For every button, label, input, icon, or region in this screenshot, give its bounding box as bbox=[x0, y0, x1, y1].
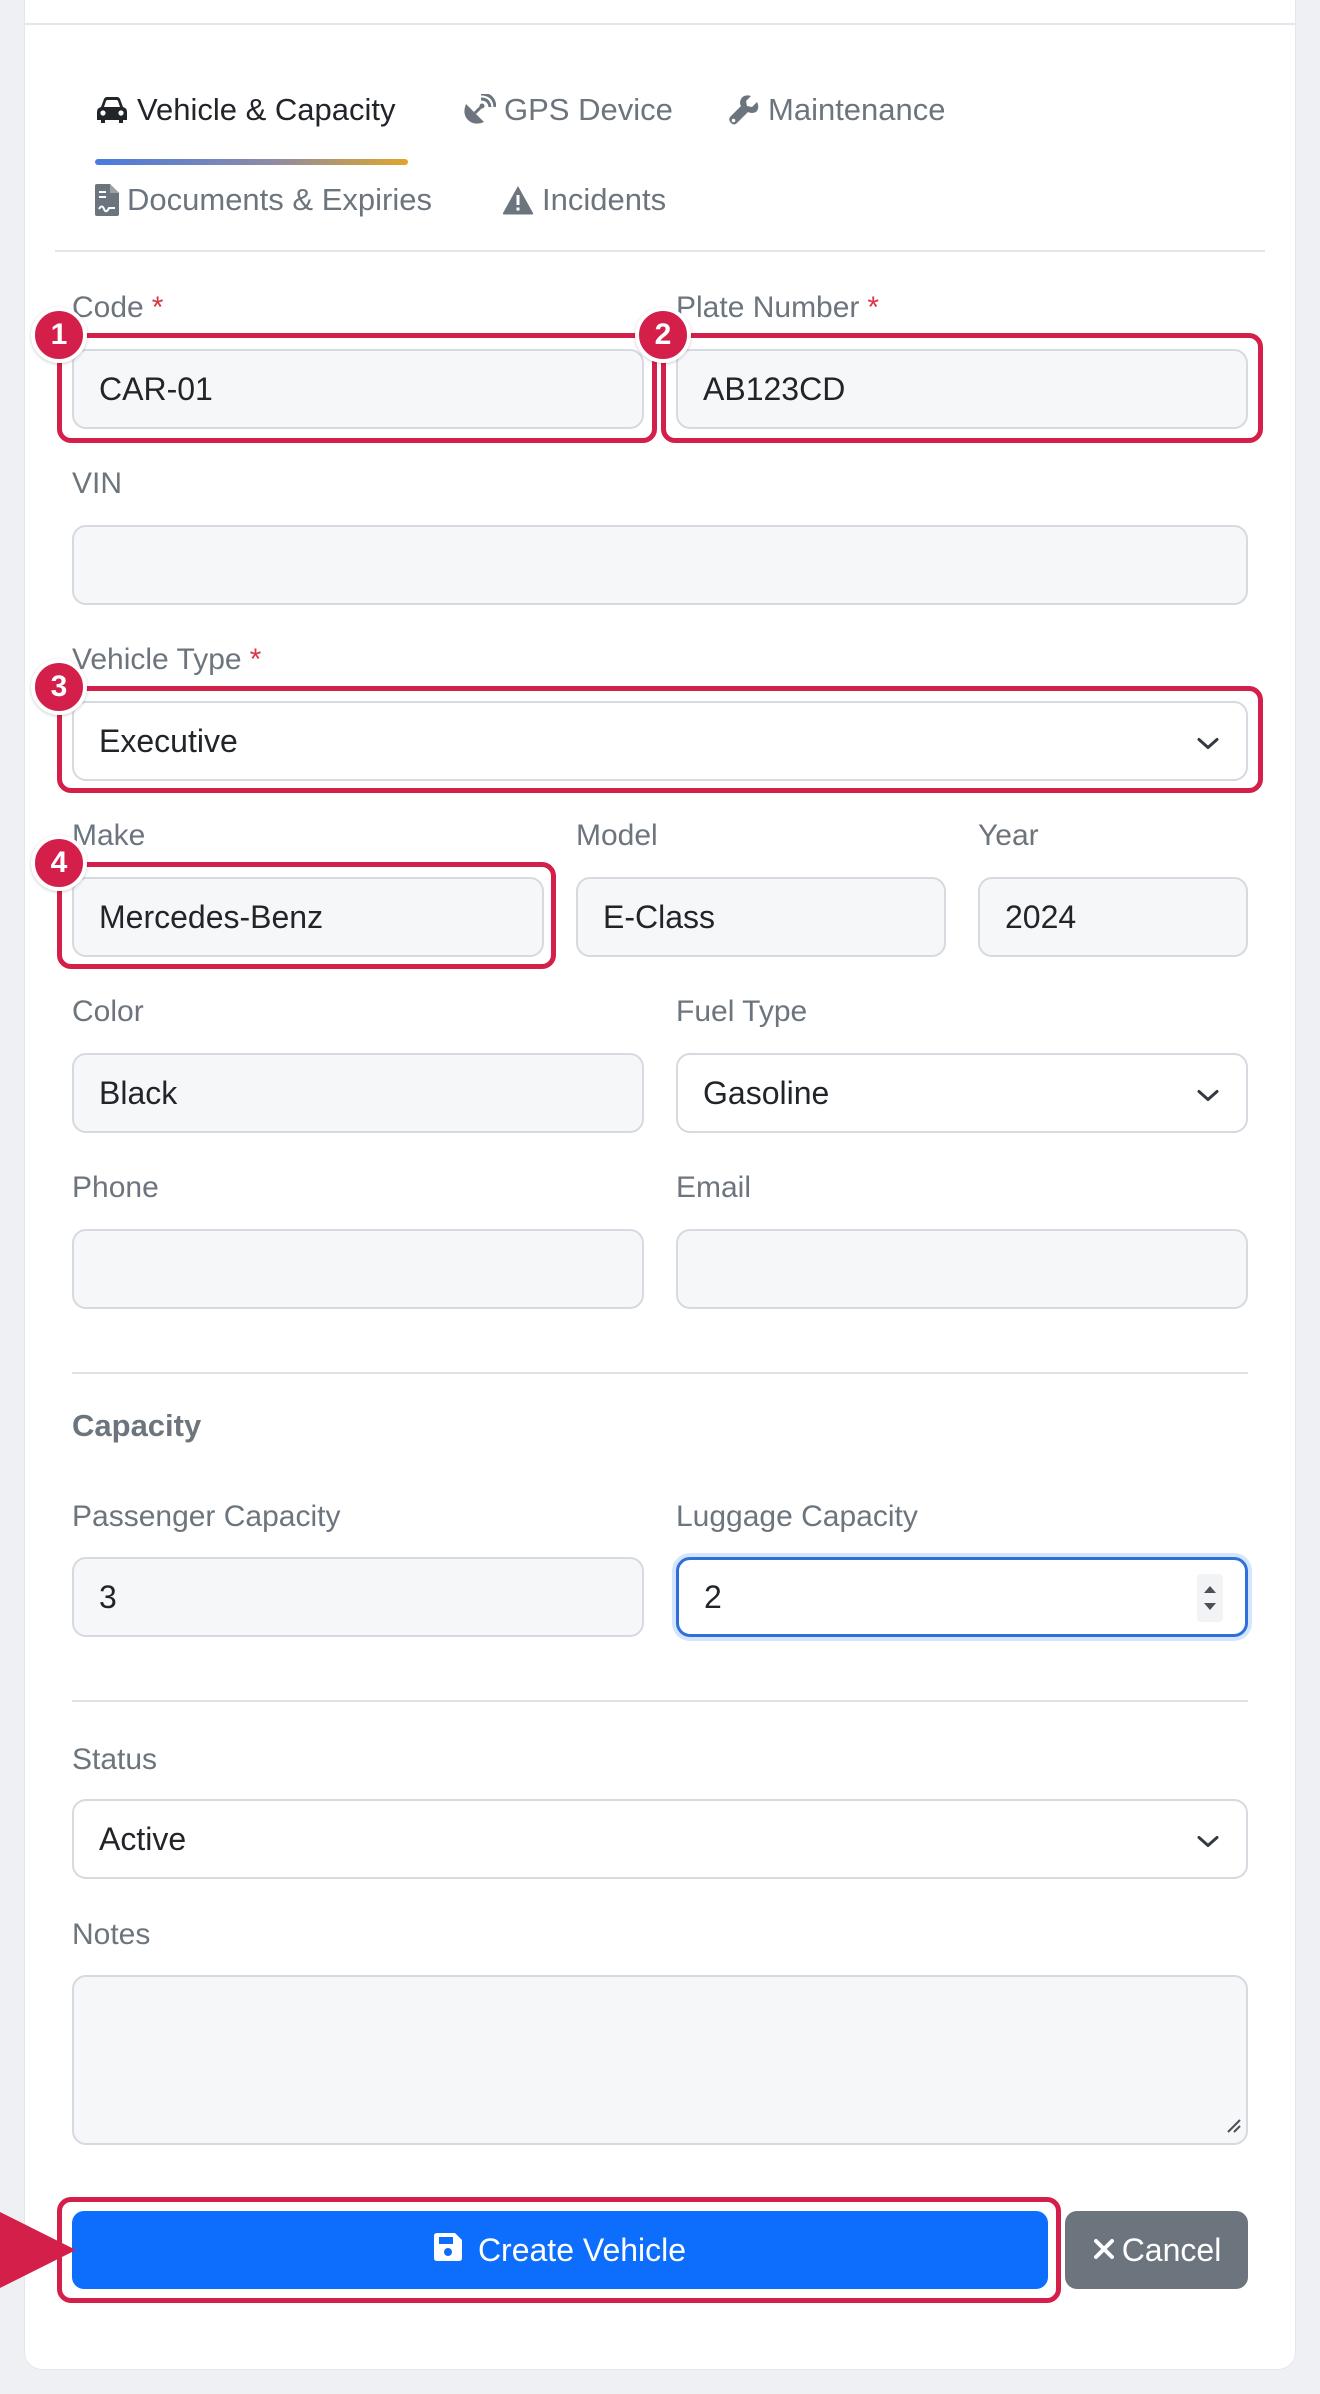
file-contract-icon bbox=[95, 184, 119, 216]
marker-badge: 2 bbox=[635, 307, 691, 363]
year-input[interactable]: 2024 bbox=[978, 877, 1248, 957]
email-label: Email bbox=[676, 1171, 752, 1204]
wrench-icon bbox=[728, 94, 760, 126]
tabs-divider bbox=[55, 250, 1265, 252]
notes-textarea[interactable] bbox=[72, 1975, 1248, 2145]
chevron-down-icon bbox=[1196, 1821, 1220, 1858]
status-label: Status bbox=[72, 1743, 158, 1776]
passenger-capacity-input[interactable]: 3 bbox=[72, 1557, 644, 1637]
marker-badge: 1 bbox=[31, 307, 87, 363]
luggage-capacity-input[interactable]: 2 bbox=[676, 1557, 1248, 1637]
tab-incidents[interactable]: Incidents bbox=[502, 182, 666, 218]
number-spinner-icon[interactable] bbox=[1197, 1574, 1223, 1622]
capacity-section-title: Capacity bbox=[72, 1408, 202, 1443]
tab-vehicle-capacity[interactable]: Vehicle & Capacity bbox=[95, 92, 395, 128]
notes-label: Notes bbox=[72, 1918, 151, 1951]
phone-input[interactable] bbox=[72, 1229, 644, 1309]
chevron-down-icon bbox=[1196, 1075, 1220, 1112]
tab-label: Documents & Expiries bbox=[127, 182, 432, 217]
tab-label: Incidents bbox=[542, 182, 667, 217]
section-divider bbox=[72, 1372, 1248, 1374]
fuel-type-select[interactable]: Gasoline bbox=[676, 1053, 1248, 1133]
year-label: Year bbox=[978, 819, 1039, 852]
cancel-button[interactable]: Cancel bbox=[1065, 2211, 1248, 2289]
active-tab-indicator bbox=[95, 159, 408, 165]
model-input[interactable]: E-Class bbox=[576, 877, 946, 957]
phone-label: Phone bbox=[72, 1171, 159, 1204]
passenger-capacity-label: Passenger Capacity bbox=[72, 1500, 341, 1533]
car-icon bbox=[95, 96, 129, 124]
satellite-dish-icon bbox=[462, 94, 496, 126]
highlight-vehicle-type bbox=[57, 686, 1263, 793]
pointer-arrow-icon bbox=[0, 2212, 76, 2288]
email-input[interactable] bbox=[676, 1229, 1248, 1309]
model-label: Model bbox=[576, 819, 658, 852]
tab-label: Maintenance bbox=[768, 92, 946, 127]
section-divider bbox=[72, 1700, 1248, 1702]
plate-number-label: Plate Number * bbox=[676, 291, 880, 324]
vin-input[interactable] bbox=[72, 525, 1248, 605]
warning-triangle-icon bbox=[502, 185, 534, 215]
highlight-make bbox=[57, 862, 556, 969]
luggage-capacity-label: Luggage Capacity bbox=[676, 1500, 918, 1533]
card-header-divider bbox=[25, 23, 1295, 25]
highlight-code bbox=[57, 333, 657, 443]
tab-gps-device[interactable]: GPS Device bbox=[462, 92, 673, 128]
highlight-plate-number bbox=[661, 333, 1263, 443]
fuel-type-label: Fuel Type bbox=[676, 995, 808, 1028]
vin-label: VIN bbox=[72, 467, 123, 500]
tab-documents-expiries[interactable]: Documents & Expiries bbox=[95, 182, 432, 218]
color-label: Color bbox=[72, 995, 144, 1028]
status-select[interactable]: Active bbox=[72, 1799, 1248, 1879]
tab-maintenance[interactable]: Maintenance bbox=[728, 92, 946, 128]
marker-badge: 3 bbox=[31, 659, 87, 715]
vehicle-type-label: Vehicle Type * bbox=[72, 643, 262, 676]
resize-handle-icon[interactable] bbox=[1224, 2116, 1242, 2139]
tab-label: GPS Device bbox=[504, 92, 673, 127]
color-input[interactable]: Black bbox=[72, 1053, 644, 1133]
marker-badge: 4 bbox=[31, 835, 87, 891]
highlight-create-button bbox=[57, 2197, 1061, 2303]
tab-label: Vehicle & Capacity bbox=[137, 92, 396, 127]
close-icon bbox=[1092, 2232, 1116, 2269]
code-label: Code * bbox=[72, 291, 164, 324]
